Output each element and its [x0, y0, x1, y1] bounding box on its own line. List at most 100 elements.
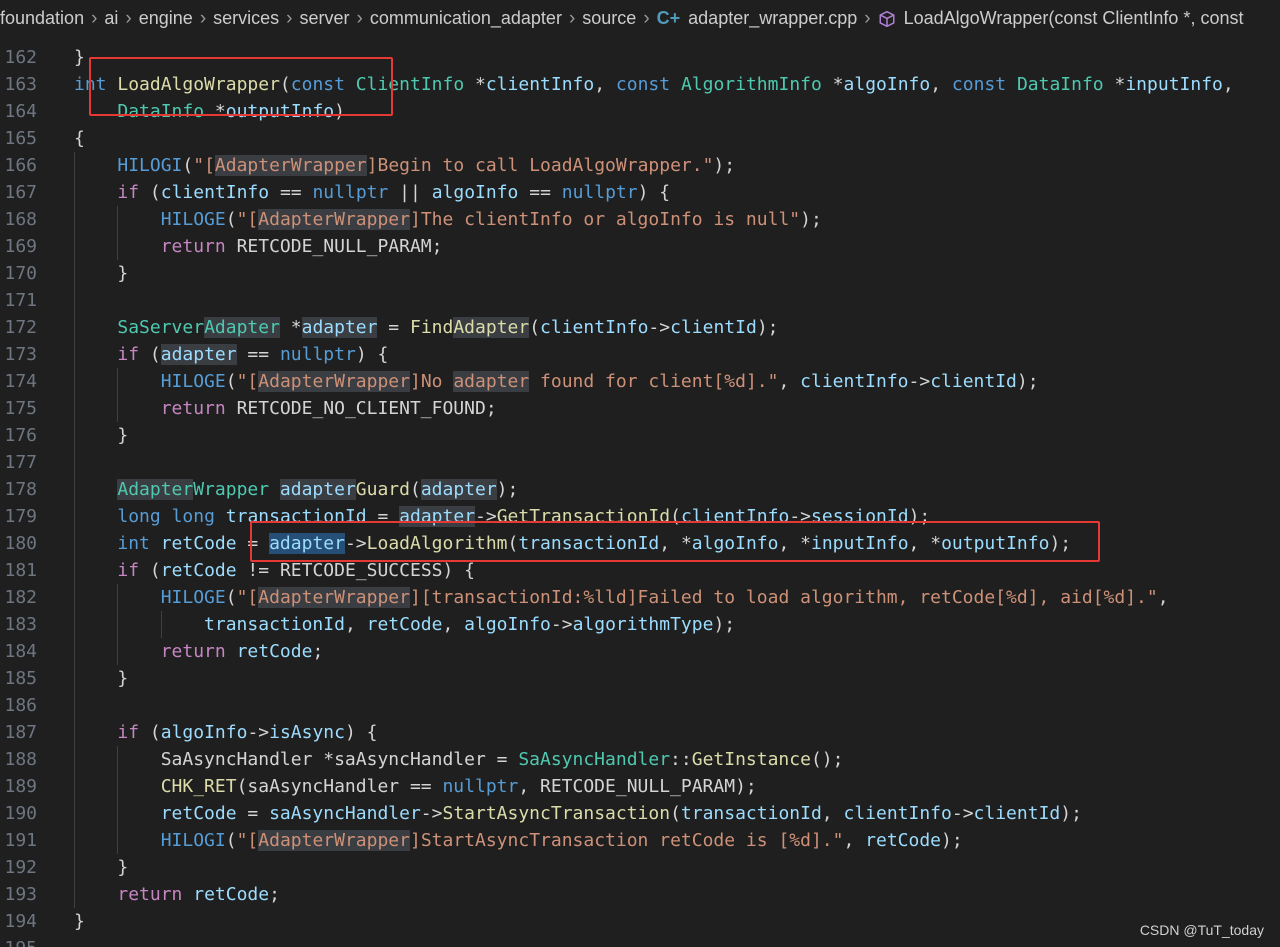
code-token: RETCODE_NO_CLIENT_FOUND;	[225, 398, 497, 419]
code-line[interactable]: 173 if (adapter == nullptr) {	[0, 341, 1280, 368]
code-line[interactable]: 183 transactionId, retCode, algoInfo->al…	[0, 611, 1280, 638]
chevron-right-icon: ›	[199, 7, 207, 29]
code-line[interactable]: 192 }	[0, 854, 1280, 881]
code-token: return	[160, 236, 226, 257]
code-line[interactable]: 166 HILOGI("[AdapterWrapper]Begin to cal…	[0, 152, 1280, 179]
code-line[interactable]: 174 HILOGE("[AdapterWrapper]No adapter f…	[0, 368, 1280, 395]
code-line[interactable]: 167 if (clientInfo == nullptr || algoInf…	[0, 179, 1280, 206]
code-line[interactable]: 191 HILOGI("[AdapterWrapper]StartAsyncTr…	[0, 827, 1280, 854]
code-token: }	[74, 668, 129, 689]
code-line[interactable]: 179 long long transactionId = adapter->G…	[0, 503, 1280, 530]
code-token: );	[908, 506, 931, 527]
code-token: ) {	[637, 182, 671, 203]
code-line[interactable]: 171	[0, 287, 1280, 314]
code-line[interactable]: 176 }	[0, 422, 1280, 449]
code-line[interactable]: 181 if (retCode != RETCODE_SUCCESS) {	[0, 557, 1280, 584]
code-line[interactable]: 178 AdapterWrapper adapterGuard(adapter)…	[0, 476, 1280, 503]
line-number: 181	[4, 560, 37, 581]
breadcrumb-item[interactable]: services	[213, 8, 279, 29]
code-token: long	[117, 506, 161, 527]
code-text: HILOGE("[AdapterWrapper][transactionId:%…	[74, 584, 1169, 611]
code-token: DataInfo	[117, 101, 205, 122]
code-line[interactable]: 164 DataInfo *outputInfo)	[0, 98, 1280, 125]
code-line[interactable]: 162}	[0, 44, 1280, 71]
code-token: nullptr	[312, 182, 389, 203]
code-token: return	[160, 398, 226, 419]
code-token: =	[236, 533, 270, 554]
line-number: 186	[4, 695, 37, 716]
indent-guide	[117, 584, 119, 665]
code-token: (	[529, 317, 541, 338]
code-line[interactable]: 185 }	[0, 665, 1280, 692]
code-token: LoadAlgorithm	[366, 533, 508, 554]
code-line[interactable]: 186	[0, 692, 1280, 719]
code-token: ->	[550, 614, 573, 635]
code-line[interactable]: 194}	[0, 908, 1280, 935]
code-token: "[	[236, 830, 259, 851]
line-number: 175	[4, 398, 37, 419]
code-token: clientInfo	[680, 506, 790, 527]
code-line[interactable]: 184 return retCode;	[0, 638, 1280, 665]
breadcrumb-item[interactable]: foundation	[0, 8, 84, 29]
code-line[interactable]: 193 return retCode;	[0, 881, 1280, 908]
breadcrumb-item[interactable]: engine	[139, 8, 193, 29]
line-number: 178	[4, 479, 37, 500]
code-editor[interactable]: 162} 163 int LoadAlgoWrapper(const ClientI…	[0, 0, 1280, 947]
code-token: (	[139, 560, 161, 581]
code-text: }	[74, 854, 128, 881]
code-token: ]StartAsyncTransaction retCode is [%d]."	[409, 830, 844, 851]
code-token: (	[139, 182, 161, 203]
line-number: 188	[4, 749, 37, 770]
code-line[interactable]: 182 HILOGE("[AdapterWrapper][transaction…	[0, 584, 1280, 611]
code-line[interactable]: 187 if (algoInfo->isAsync) {	[0, 719, 1280, 746]
code-token: ,	[1222, 74, 1234, 95]
code-token: adapter	[279, 479, 356, 500]
line-number: 176	[4, 425, 37, 446]
code-token: }	[74, 263, 129, 284]
code-line[interactable]: 169 return RETCODE_NULL_PARAM;	[0, 233, 1280, 260]
code-line[interactable]: 190 retCode = saAsyncHandler->StartAsync…	[0, 800, 1280, 827]
breadcrumb-item[interactable]: source	[582, 8, 636, 29]
code-token: );	[756, 317, 779, 338]
line-number: 173	[4, 344, 37, 365]
breadcrumb-symbol[interactable]: LoadAlgoWrapper(const ClientInfo *, cons…	[878, 8, 1243, 29]
line-number: 166	[4, 155, 37, 176]
code-line[interactable]: 177	[0, 449, 1280, 476]
line-number: 190	[4, 803, 37, 824]
line-number: 163	[4, 74, 37, 95]
indent-guide	[117, 368, 119, 422]
breadcrumb-file[interactable]: C+ adapter_wrapper.cpp	[657, 8, 858, 29]
code-line[interactable]: 189 CHK_RET(saAsyncHandler == nullptr, R…	[0, 773, 1280, 800]
code-token: Adapter	[117, 479, 194, 500]
breadcrumb-item[interactable]: server	[299, 8, 349, 29]
chevron-right-icon: ›	[125, 7, 132, 29]
code-line[interactable]: 180 int retCode = adapter->LoadAlgorithm…	[0, 530, 1280, 557]
code-line[interactable]: 188 SaAsyncHandler *saAsyncHandler = SaA…	[0, 746, 1280, 773]
code-text: int LoadAlgoWrapper(const ClientInfo *cl…	[74, 71, 1234, 98]
code-token: ==	[236, 344, 280, 365]
code-line[interactable]: 168 HILOGE("[AdapterWrapper]The clientIn…	[0, 206, 1280, 233]
code-line[interactable]: 170 }	[0, 260, 1280, 287]
code-line[interactable]: 165 {	[0, 125, 1280, 152]
code-token: ]The clientInfo or algoInfo is null"	[409, 209, 801, 230]
line-number: 162	[4, 47, 37, 68]
code-token: Adapter	[453, 317, 530, 338]
code-token: algoInfo	[160, 722, 248, 743]
code-token: retCode	[160, 533, 237, 554]
code-line[interactable]: 163 int LoadAlgoWrapper(const ClientInfo …	[0, 71, 1280, 98]
code-token: *	[204, 101, 226, 122]
breadcrumb-item[interactable]: communication_adapter	[370, 8, 562, 29]
breadcrumb-path: foundation › ai › engine › services › server › com…	[0, 8, 657, 30]
code-token: transactionId	[518, 533, 660, 554]
code-token: nullptr	[279, 344, 356, 365]
code-line[interactable]: 195	[0, 935, 1280, 947]
breadcrumb-item[interactable]: ai	[104, 8, 118, 29]
code-line[interactable]: 175 return RETCODE_NO_CLIENT_FOUND;	[0, 395, 1280, 422]
code-token: );	[1049, 533, 1072, 554]
code-token: retCode	[236, 641, 313, 662]
code-line[interactable]: 172 SaServerAdapter *adapter = FindAdapt…	[0, 314, 1280, 341]
